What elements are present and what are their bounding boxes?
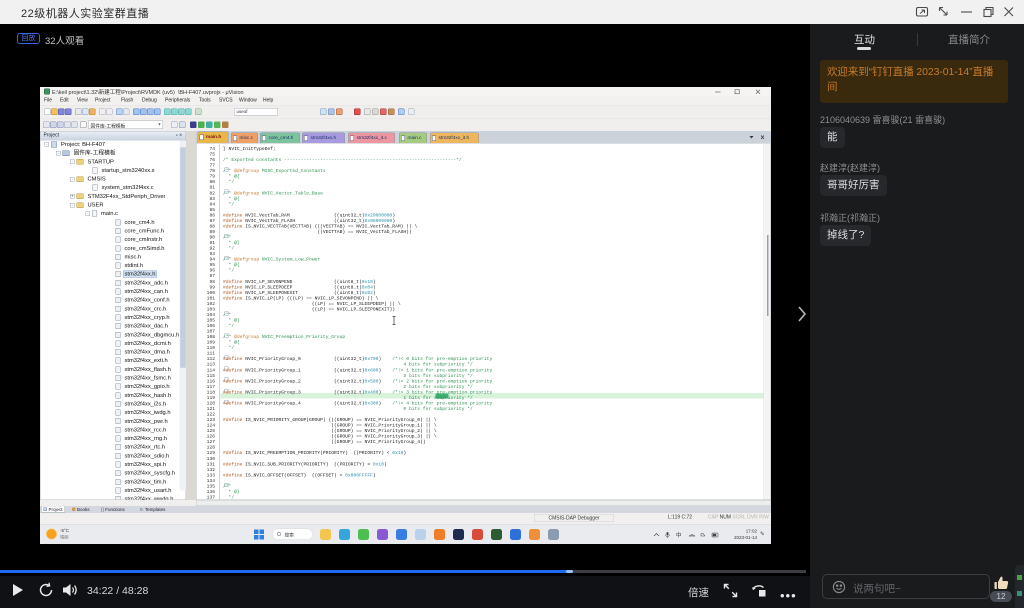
svg-text:中: 中 xyxy=(676,532,682,539)
